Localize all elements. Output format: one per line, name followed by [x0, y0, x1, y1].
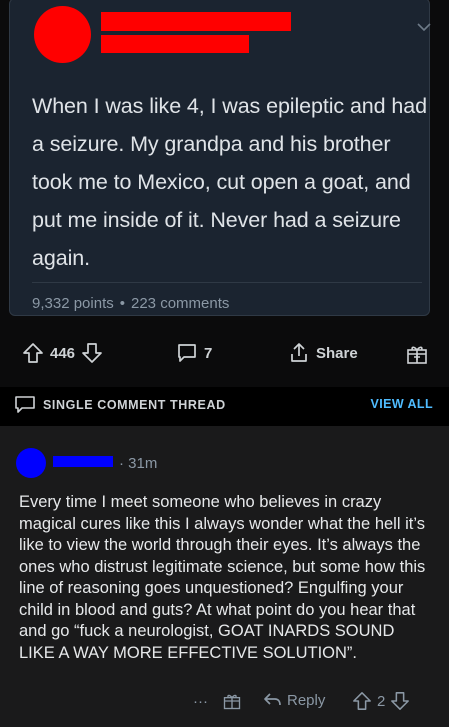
- post-card: When I was like 4, I was epileptic and h…: [0, 0, 449, 387]
- comment-vote-group: 2: [352, 691, 410, 711]
- redacted-avatar: [34, 6, 91, 63]
- comments-count: 223 comments: [131, 295, 230, 312]
- thread-header: SINGLE COMMENT THREAD VIEW ALL: [0, 387, 449, 425]
- share-label: Share: [316, 344, 358, 362]
- upvote-icon[interactable]: [22, 342, 44, 364]
- comment-vote-count: 2: [377, 692, 386, 710]
- thread-label-text: SINGLE COMMENT THREAD: [43, 398, 226, 412]
- comment-icon: [178, 344, 196, 362]
- reply-label: Reply: [287, 691, 326, 709]
- downvote-icon[interactable]: [390, 691, 410, 711]
- award-button[interactable]: [405, 342, 429, 366]
- comments-button[interactable]: 7: [176, 342, 212, 364]
- downvote-icon[interactable]: [81, 342, 103, 364]
- redacted-handle: [101, 35, 249, 53]
- redacted-name: [101, 12, 291, 31]
- chevron-down-icon[interactable]: [416, 19, 432, 35]
- share-button[interactable]: Share: [288, 342, 358, 364]
- comment-icon: [15, 396, 35, 413]
- single-thread-label: SINGLE COMMENT THREAD: [14, 395, 226, 415]
- post-actions: 446 7 Share: [0, 336, 449, 370]
- embedded-tweet[interactable]: When I was like 4, I was epileptic and h…: [9, 0, 432, 316]
- post-meta: 9,332 points • 223 comments: [32, 282, 422, 316]
- post-text: When I was like 4, I was epileptic and h…: [32, 94, 427, 270]
- comment-count: 7: [204, 344, 213, 362]
- vote-group: 446: [22, 342, 103, 364]
- award-button[interactable]: [222, 691, 242, 711]
- gift-icon: [407, 346, 427, 364]
- upvote-icon[interactable]: [352, 691, 372, 711]
- comment-actions: ··· Reply 2: [0, 688, 449, 718]
- more-options-button[interactable]: ···: [193, 693, 208, 710]
- view-all-link[interactable]: VIEW ALL: [371, 397, 433, 411]
- comment-age: · 31m: [119, 455, 158, 472]
- meta-separator: •: [119, 295, 125, 312]
- redacted-commenter-name: [53, 456, 113, 467]
- redacted-commenter-avatar[interactable]: [16, 448, 46, 478]
- gift-icon: [223, 694, 241, 710]
- upvote-count: 446: [50, 344, 76, 362]
- comment-body: Every time I meet someone who believes i…: [19, 493, 426, 662]
- reply-button[interactable]: Reply: [262, 691, 325, 709]
- share-icon: [291, 343, 307, 362]
- reply-icon: [264, 693, 281, 706]
- comment-card: · 31m Every time I meet someone who beli…: [0, 426, 449, 727]
- points-count: 9,332 points: [32, 295, 114, 312]
